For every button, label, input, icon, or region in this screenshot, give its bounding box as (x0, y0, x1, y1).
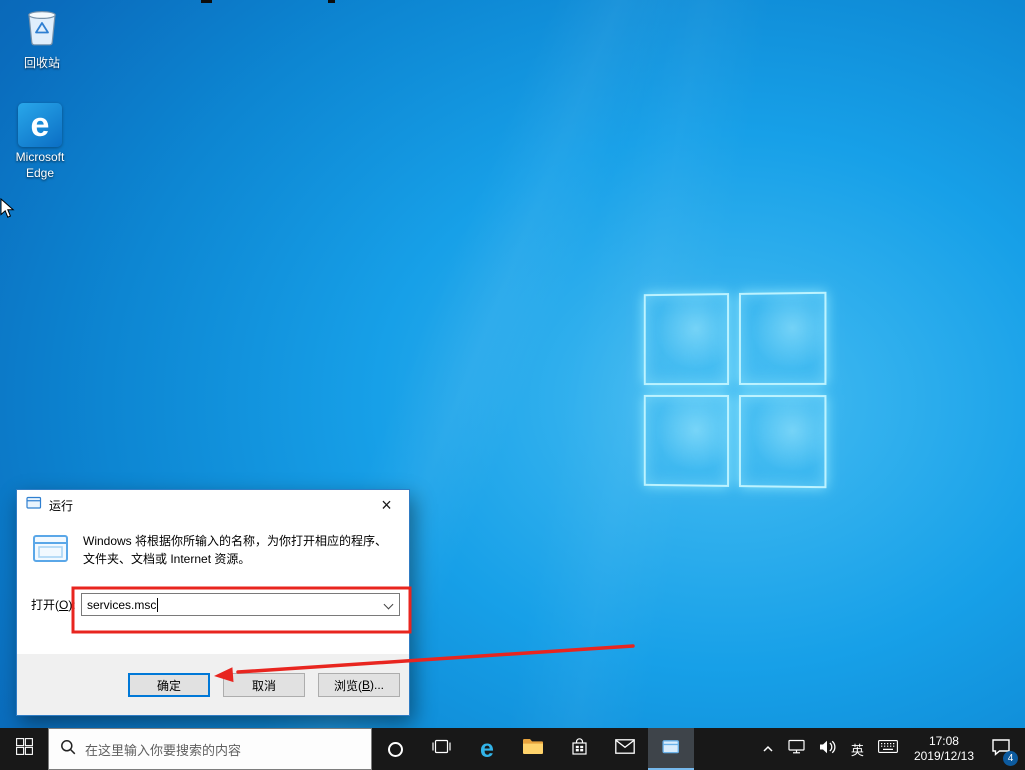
recycle-bin-label: 回收站 (24, 56, 60, 72)
search-placeholder: 在这里输入你要搜索的内容 (85, 740, 241, 759)
edge-label: Microsoft Edge (8, 150, 72, 181)
clock-date: 2019/12/13 (914, 749, 974, 764)
run-dialog: 运行 × Windows 将根据你所输入的名称，为你打开相应的程序、 文件夹、文… (16, 489, 410, 716)
taskbar-mail-button[interactable] (602, 728, 648, 770)
clock-time: 17:08 (914, 734, 974, 749)
chevron-up-icon (762, 740, 774, 758)
desktop-icon-recycle-bin[interactable]: 回收站 (10, 6, 74, 72)
taskbar-run-button-active[interactable] (648, 728, 694, 770)
windows-start-icon (16, 738, 33, 760)
run-dialog-footer: 确定 取消 浏览(B)... (17, 654, 409, 715)
run-description: Windows 将根据你所输入的名称，为你打开相应的程序、 文件夹、文档或 In… (83, 532, 387, 571)
mouse-cursor-icon (0, 198, 15, 224)
notification-badge: 4 (1003, 751, 1018, 766)
edge-taskbar-icon: e (480, 737, 494, 762)
task-view-icon (432, 739, 451, 759)
task-view-button[interactable] (418, 728, 464, 770)
open-label-suffix: ): (68, 598, 75, 612)
taskbar-file-explorer-button[interactable] (510, 728, 556, 770)
cancel-button[interactable]: 取消 (223, 673, 305, 697)
open-label: 打开(O): (31, 596, 81, 613)
windows-logo-pane (739, 292, 827, 385)
browse-button[interactable]: 浏览(B)... (318, 673, 400, 697)
run-description-line2: 文件夹、文档或 Internet 资源。 (83, 550, 387, 568)
notification-center-button[interactable]: 4 (983, 728, 1025, 770)
open-label-prefix: 打开( (31, 598, 59, 612)
touch-keyboard-button[interactable] (871, 728, 905, 770)
run-dialog-title: 运行 (49, 497, 73, 514)
screenshot-artifact (328, 0, 335, 3)
touch-keyboard-icon (878, 740, 898, 758)
browse-label-prefix: 浏览( (334, 677, 362, 694)
taskbar: 在这里输入你要搜索的内容 e (0, 728, 1025, 770)
ime-language-button[interactable]: 英 (844, 728, 871, 770)
taskbar-edge-button[interactable]: e (464, 728, 510, 770)
network-status-button[interactable] (781, 728, 812, 770)
run-icon (26, 496, 42, 515)
run-input-value: services.msc (87, 598, 156, 612)
edge-icon: e (18, 103, 62, 147)
run-description-line1: Windows 将根据你所输入的名称，为你打开相应的程序、 (83, 532, 387, 550)
run-input[interactable]: services.msc (81, 593, 400, 616)
windows-logo-pane (739, 395, 827, 488)
desktop-icon-microsoft-edge[interactable]: e Microsoft Edge (8, 103, 72, 181)
open-label-mnemonic: O (59, 598, 68, 612)
system-tray: 英 17:08 2019/12/13 4 (755, 728, 1025, 770)
text-caret (157, 598, 158, 612)
ok-button[interactable]: 确定 (128, 673, 210, 697)
network-icon (788, 739, 805, 759)
chevron-down-icon[interactable] (384, 600, 394, 610)
ime-indicator: 英 (851, 740, 864, 759)
cortana-button[interactable] (372, 728, 418, 770)
run-body-icon (31, 532, 71, 571)
taskbar-search-box[interactable]: 在这里输入你要搜索的内容 (48, 728, 372, 770)
taskbar-clock[interactable]: 17:08 2019/12/13 (905, 734, 983, 764)
folder-icon (522, 738, 544, 760)
windows-logo-pane (644, 395, 729, 487)
store-bag-icon (571, 738, 588, 761)
browse-label-suffix: )... (370, 678, 384, 692)
windows-logo-pane (644, 293, 729, 385)
volume-button[interactable] (812, 728, 844, 770)
windows-logo (644, 292, 827, 488)
browse-label-mnemonic: B (362, 678, 370, 692)
mail-envelope-icon (615, 739, 635, 759)
edge-icon-glyph: e (31, 108, 50, 142)
speaker-icon (819, 740, 837, 759)
search-icon (60, 739, 76, 760)
cortana-icon (388, 742, 403, 757)
run-window-icon (662, 739, 680, 760)
tray-expand-button[interactable] (755, 728, 781, 770)
run-dialog-titlebar[interactable]: 运行 × (17, 490, 409, 520)
screenshot-artifact (201, 0, 212, 3)
close-icon[interactable]: × (364, 490, 409, 520)
recycle-bin-icon (22, 6, 62, 53)
start-button[interactable] (0, 728, 48, 770)
taskbar-store-button[interactable] (556, 728, 602, 770)
